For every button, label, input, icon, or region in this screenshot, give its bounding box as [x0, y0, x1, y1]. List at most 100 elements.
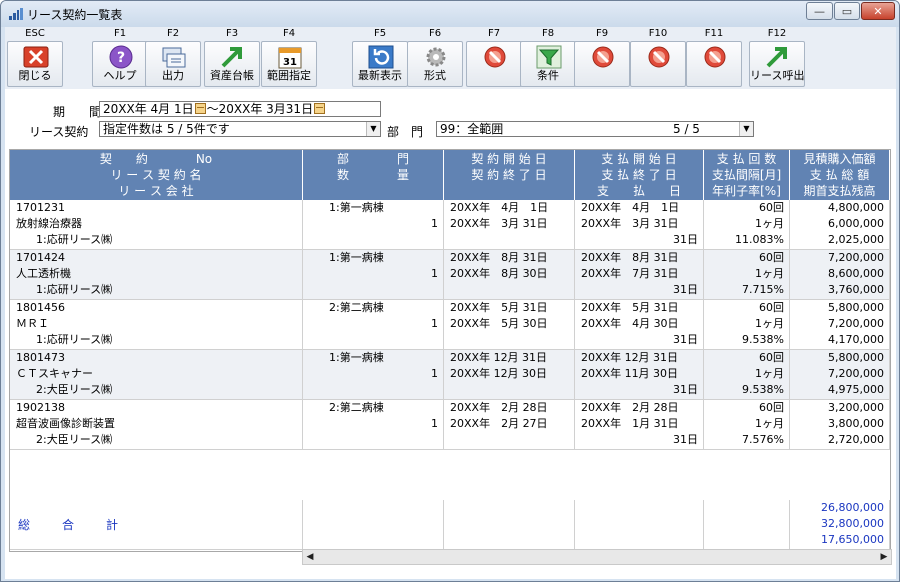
toolbar-button-face[interactable]: 形式 [407, 41, 463, 87]
toolbar-f1-button[interactable]: F1? ヘルプ [92, 27, 148, 89]
main-content: 期 間 20XX年 4月 1日 ～20XX年 3月31日 リース契約 指定件数は … [5, 89, 896, 579]
toolbar-button-face[interactable] [686, 41, 742, 87]
function-key-label: F7 [487, 28, 501, 39]
cell-text: 32,800,000 [821, 517, 884, 530]
header-col2[interactable]: 部 門数 量 [303, 150, 444, 200]
cell-text: 6,000,000 [828, 217, 884, 230]
toolbar-button-face[interactable]: 閉じる [7, 41, 63, 87]
table-cell: 2:第二病棟 1 [303, 300, 444, 349]
header-text: リ ー ス 契 約 名 [110, 168, 202, 182]
function-toolbar: ESC 閉じる F1? ヘルプ F2 出力 F3 資産台帳 F4 31 範囲指定 F5 最新表示 F6 形式… [5, 27, 896, 89]
toolbar-f11-button[interactable]: F11 [686, 27, 742, 89]
minimize-button[interactable]: — [806, 2, 833, 20]
maximize-button[interactable]: ▭ [834, 2, 860, 20]
toolbar-button-label: 条件 [537, 69, 559, 82]
toolbar-button-face[interactable]: 資産台帳 [204, 41, 260, 87]
toolbar-f12-button[interactable]: F12 リース呼出 [749, 27, 805, 89]
toolbar-f2-button[interactable]: F2 出力 [145, 27, 201, 89]
toolbar-button-face[interactable]: 条件 [520, 41, 576, 87]
header-text: 契 約 No [99, 152, 213, 166]
cell-text: 60回 [759, 351, 784, 364]
toolbar-button-label: ヘルプ [103, 69, 137, 82]
toolbar-f6-button[interactable]: F6 形式 [407, 27, 463, 89]
cell-text: 1 [431, 367, 438, 380]
disabled-icon [646, 45, 672, 69]
function-key-label: F12 [767, 28, 787, 39]
toolbar-button-face[interactable] [466, 41, 522, 87]
function-key-label: F8 [541, 28, 555, 39]
header-text: 支 払 総 額 [809, 168, 870, 182]
cell-text: 20XX年 3月 31日 [581, 217, 679, 230]
toolbar-button-face[interactable]: 31 範囲指定 [261, 41, 317, 87]
header-col1[interactable]: 契 約 No リ ー ス 契 約 名リ ー ス 会 社 [10, 150, 303, 200]
close-x-icon [23, 45, 49, 69]
table-row[interactable]: 1701424 人工透析機 1:応研リース㈱ 1:第一病棟 1 20XX年 8月 31日 2… [10, 250, 890, 300]
table-cell: 60回 1ヶ月 9.538% [704, 300, 790, 349]
cell-text: 1:応研リース㈱ [36, 283, 113, 296]
toolbar-button-label: 形式 [424, 69, 446, 82]
toolbar-f10-button[interactable]: F10 [630, 27, 686, 89]
cell-text: 11.083% [735, 233, 784, 246]
cell-text: 1:応研リース㈱ [36, 333, 113, 346]
contract-select[interactable]: 指定件数は 5 / 5件です ▼ [99, 121, 381, 137]
calendar-icon[interactable] [314, 103, 326, 114]
toolbar-button-face[interactable]: 出力 [145, 41, 201, 87]
period-field[interactable]: 20XX年 4月 1日 ～20XX年 3月31日 [99, 101, 381, 117]
header-text: 支払間隔[月] [711, 168, 782, 182]
scroll-left-icon[interactable]: ◀ [303, 550, 317, 564]
disabled-icon [590, 45, 616, 69]
toolbar-button-face[interactable]: ? ヘルプ [92, 41, 148, 87]
cell-text: 5,800,000 [828, 351, 884, 364]
table-row[interactable]: 1902138 超音波画像診断装置 2:大臣リース㈱ 2:第二病棟 1 20XX年 2月 … [10, 400, 890, 450]
header-text: 支 払 日 [596, 184, 681, 198]
cell-text: 1:第一病棟 [329, 351, 384, 364]
header-col4[interactable]: 支 払 開 始 日支 払 終 了 日支 払 日 [575, 150, 704, 200]
table-row[interactable]: 1701231 放射線治療器 1:応研リース㈱ 1:第一病棟 1 20XX年 4月 1日 2… [10, 200, 890, 250]
toolbar-esc-button[interactable]: ESC 閉じる [7, 27, 63, 89]
calendar-icon[interactable] [194, 103, 206, 114]
cell-text: 20XX年 1月 31日 [581, 417, 679, 430]
table-cell [10, 500, 303, 549]
cell-text: 1 [431, 317, 438, 330]
table-cell: 20XX年 8月 31日 20XX年 8月 30日 [444, 250, 575, 299]
toolbar-button-face[interactable]: リース呼出 [749, 41, 805, 87]
table-cell [704, 500, 790, 549]
toolbar-f3-button[interactable]: F3 資産台帳 [204, 27, 260, 89]
cell-text: 60回 [759, 301, 784, 314]
cell-text: 20XX年 12月 30日 [450, 367, 548, 380]
scroll-right-icon[interactable]: ▶ [877, 550, 891, 564]
cell-text: 3,800,000 [828, 417, 884, 430]
table-cell: 26,800,000 32,800,000 17,650,000 [790, 500, 890, 549]
table-row[interactable]: 1801473 ＣＴスキャナー 2:大臣リース㈱ 1:第一病棟 1 20XX年 12月 3… [10, 350, 890, 400]
cell-text: 9.538% [742, 333, 784, 346]
toolbar-button-face[interactable] [630, 41, 686, 87]
header-col6[interactable]: 見積購入価額支 払 総 額期首支払残高 [790, 150, 890, 200]
header-col3[interactable]: 契 約 開 始 日契 約 終 了 日 [444, 150, 575, 200]
disabled-icon [482, 45, 508, 69]
disabled-icon [702, 45, 728, 69]
horizontal-scrollbar[interactable]: ◀ ▶ [302, 549, 892, 565]
toolbar-f7-button[interactable]: F7 [466, 27, 522, 89]
dropdown-arrow-icon[interactable]: ▼ [366, 122, 380, 136]
cell-text: 2:第二病棟 [329, 401, 384, 414]
toolbar-button-face[interactable] [574, 41, 630, 87]
app-window: リース契約一覧表 — ▭ ✕ ESC 閉じる F1? ヘルプ F2 出力 F3 資産台帳 F4 3… [0, 0, 900, 582]
toolbar-f8-button[interactable]: F8 条件 [520, 27, 576, 89]
table-row[interactable]: 1801456 ＭＲＩ 1:応研リース㈱ 2:第二病棟 1 20XX年 5月 31日 20X… [10, 300, 890, 350]
toolbar-button-face[interactable]: 最新表示 [352, 41, 408, 87]
close-window-button[interactable]: ✕ [861, 2, 895, 20]
dept-count: 5 / 5 [673, 122, 700, 136]
header-text: 部 門 [336, 152, 409, 166]
toolbar-f4-button[interactable]: F4 31 範囲指定 [261, 27, 317, 89]
toolbar-f5-button[interactable]: F5 最新表示 [352, 27, 408, 89]
table-cell: 20XX年 4月 1日 20XX年 3月 31日 31日 [575, 200, 704, 249]
cell-text: 超音波画像診断装置 [16, 417, 115, 430]
dept-select[interactable]: 99：全範囲 5 / 5 ▼ [436, 121, 754, 137]
close-icon: ✕ [873, 4, 883, 18]
cell-text: 20XX年 2月 28日 [450, 401, 548, 414]
cell-text: 20XX年 12月 31日 [581, 351, 679, 364]
table-cell: 20XX年 12月 31日 20XX年 11月 30日 31日 [575, 350, 704, 399]
header-col5[interactable]: 支 払 回 数支払間隔[月] 年利子率[%] [704, 150, 790, 200]
dropdown-arrow-icon[interactable]: ▼ [739, 122, 753, 136]
toolbar-f9-button[interactable]: F9 [574, 27, 630, 89]
